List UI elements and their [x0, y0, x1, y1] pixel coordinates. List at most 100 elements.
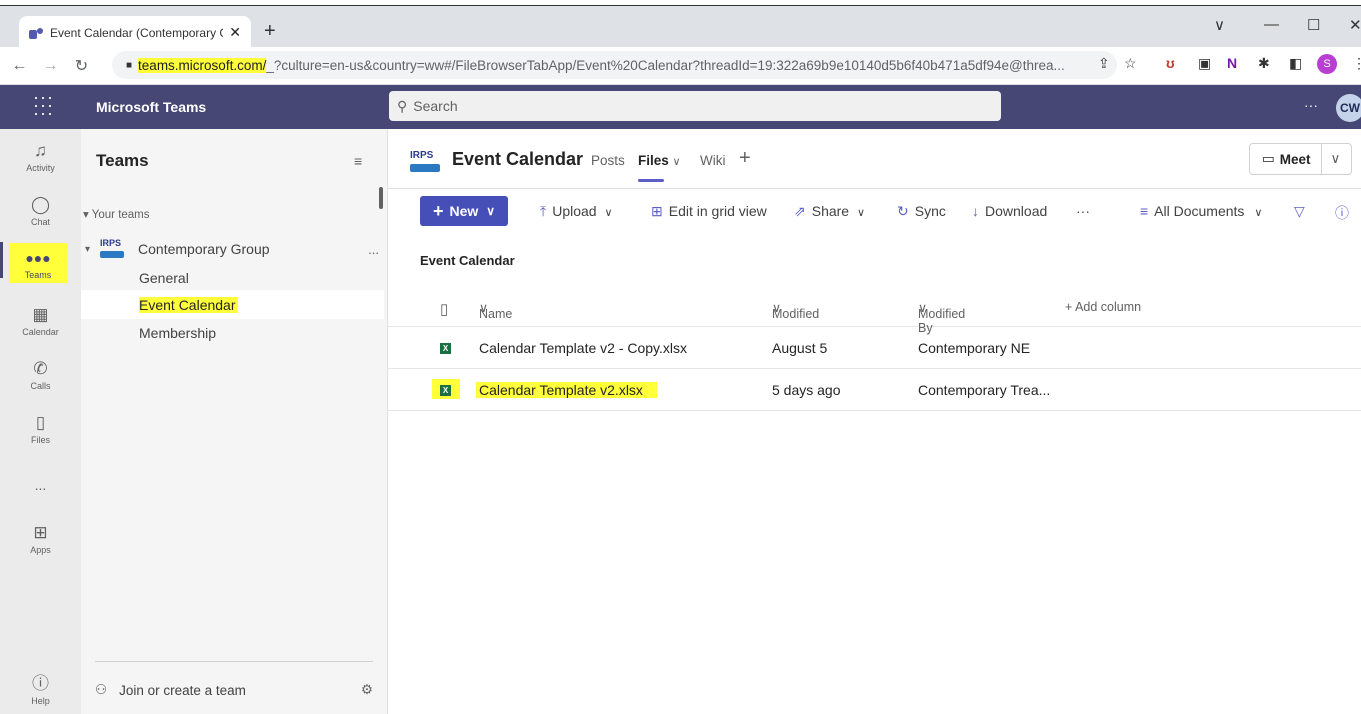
- download-button[interactable]: ↓ Download: [972, 203, 1047, 219]
- close-window-icon[interactable]: ✕: [1349, 16, 1361, 34]
- app-launcher-icon[interactable]: ··· ··· ···: [33, 88, 54, 122]
- meet-button[interactable]: ▭ Meet ∨: [1249, 143, 1352, 175]
- filter-icon[interactable]: ≡: [354, 153, 362, 169]
- table-row[interactable]: X Calendar Template v2 - Copy.xlsx Augus…: [388, 327, 1361, 369]
- search-placeholder: Search: [413, 98, 458, 114]
- file-name[interactable]: Calendar Template v2.xlsx: [476, 382, 657, 398]
- close-tab-icon[interactable]: ✕: [229, 24, 241, 41]
- files-toolbar: + New ∨ ⤒ Upload ∨ ⊞ Edit in grid view ⇗ Shar…: [388, 189, 1361, 233]
- column-modified-by[interactable]: Modified By ∨: [918, 300, 965, 335]
- meet-dropdown-icon[interactable]: ∨: [1322, 151, 1341, 167]
- plus-icon: +: [432, 200, 444, 221]
- team-contemporary-group[interactable]: ▾ IRPS Contemporary Group ...: [85, 236, 379, 262]
- sync-button[interactable]: ↻ Sync: [897, 203, 946, 220]
- file-list-header: ▯ Name ∨ Modified ∨ Modified By ∨ + Add …: [388, 293, 1361, 335]
- user-avatar[interactable]: CW: [1336, 94, 1361, 122]
- file-modified: 5 days ago: [772, 382, 841, 398]
- browser-menu-icon[interactable]: ⋮: [1352, 55, 1361, 72]
- team-more-icon[interactable]: ...: [368, 242, 379, 257]
- file-modified: August 5: [772, 340, 828, 356]
- file-name[interactable]: Calendar Template v2 - Copy.xlsx: [479, 340, 687, 356]
- share-page-icon[interactable]: ⇪: [1098, 55, 1110, 72]
- chevron-down-icon: ∨: [486, 204, 496, 218]
- extensions-icon[interactable]: ✱: [1258, 55, 1270, 72]
- rail-item-teams[interactable]: ●●● Teams: [9, 243, 67, 283]
- filter-icon[interactable]: ▽: [1294, 203, 1305, 220]
- table-row[interactable]: X Calendar Template v2.xlsx 5 days ago C…: [388, 369, 1361, 411]
- your-teams-section[interactable]: ▾ Your teams: [83, 207, 150, 221]
- reload-icon[interactable]: ↻: [70, 56, 93, 76]
- new-button[interactable]: + New ∨: [420, 196, 508, 226]
- file-type-icon[interactable]: ▯: [440, 300, 448, 318]
- chevron-down-icon: ∨: [604, 207, 613, 219]
- browser-toolbar: ← → ↻ ■ teams.microsoft.com/ _?culture=e…: [0, 47, 1361, 85]
- chevron-down-icon: ∨: [856, 207, 866, 219]
- column-modified[interactable]: Modified ∨: [772, 300, 819, 321]
- help-icon: ⓘ: [32, 674, 49, 693]
- collapse-chevron-icon: ▾: [83, 209, 92, 221]
- rail-item-help[interactable]: ⓘ Help: [0, 674, 81, 706]
- channel-general[interactable]: General: [139, 270, 189, 286]
- library-location: Event Calendar: [420, 253, 515, 268]
- browser-tab-strip: Event Calendar (Contemporary G ✕ + ∨ — ☐…: [0, 5, 1361, 49]
- rail-item-chat[interactable]: ◯ Chat: [0, 195, 81, 227]
- download-icon: ↓: [972, 203, 979, 219]
- rail-item-calls[interactable]: ✆ Calls: [0, 359, 81, 391]
- grid-icon: ⊞: [651, 203, 663, 219]
- channel-membership[interactable]: Membership: [139, 325, 216, 341]
- channel-header: IRPS Event Calendar Posts Files ∨ Wiki +…: [388, 129, 1361, 189]
- info-icon[interactable]: ⓘ: [1335, 203, 1349, 223]
- forward-icon[interactable]: →: [39, 57, 62, 75]
- toolbar-more-icon[interactable]: ···: [1076, 203, 1090, 219]
- gear-icon[interactable]: ⚙: [361, 682, 373, 698]
- channel-logo: IRPS: [410, 150, 440, 176]
- list-view-icon: ≡: [1140, 203, 1149, 219]
- header-more-icon[interactable]: ···: [1304, 97, 1318, 113]
- file-icon: ▯: [35, 413, 46, 432]
- tab-wiki[interactable]: Wiki: [700, 153, 726, 168]
- profile-avatar[interactable]: S: [1317, 54, 1337, 74]
- extension-onenote-icon[interactable]: N: [1227, 55, 1237, 71]
- team-name: Contemporary Group: [138, 241, 270, 257]
- add-column-button[interactable]: + Add column: [1065, 300, 1141, 314]
- bookmark-star-icon[interactable]: ☆: [1124, 55, 1137, 72]
- search-input[interactable]: ⚲ Search: [389, 91, 1001, 121]
- tab-posts[interactable]: Posts: [591, 153, 625, 168]
- maximize-icon[interactable]: ☐: [1307, 16, 1320, 34]
- excel-file-icon: X: [440, 382, 458, 399]
- rail-item-activity[interactable]: ♫ Activity: [0, 141, 81, 173]
- grid-view-button[interactable]: ⊞ Edit in grid view: [651, 203, 767, 220]
- rail-item-apps[interactable]: ⊞ Apps: [0, 523, 81, 555]
- file-modified-by: Contemporary NE: [918, 340, 1031, 356]
- url-domain: teams.microsoft.com/: [138, 57, 267, 73]
- extension-pocket-icon[interactable]: ʊ: [1166, 55, 1175, 71]
- teams-favicon-icon: [29, 26, 43, 39]
- active-indicator: [0, 242, 3, 278]
- share-button[interactable]: ⇗ Share ∨: [794, 203, 865, 220]
- column-name[interactable]: Name ∨: [479, 300, 512, 321]
- people-add-icon: ⚇: [95, 682, 108, 697]
- tab-files[interactable]: Files ∨: [638, 153, 681, 182]
- minimize-icon[interactable]: —: [1264, 16, 1279, 33]
- view-selector[interactable]: ≡ All Documents ∨: [1140, 203, 1262, 219]
- upload-button[interactable]: ⤒ Upload ∨: [540, 203, 613, 220]
- pane-scrollbar[interactable]: [379, 187, 383, 209]
- extension-puzzle-icon[interactable]: ▣: [1198, 55, 1211, 72]
- sync-icon: ↻: [897, 203, 909, 219]
- share-icon: ⇗: [794, 203, 806, 219]
- join-create-team[interactable]: ⚇ Join or create a team ⚙: [95, 661, 373, 698]
- rail-more-apps[interactable]: ...: [0, 477, 81, 493]
- add-tab-button[interactable]: +: [739, 147, 751, 170]
- rail-item-files[interactable]: ▯ Files: [0, 413, 81, 445]
- teams-icon: ●●●: [25, 250, 51, 266]
- file-modified-by: Contemporary Trea...: [918, 382, 1051, 398]
- back-icon[interactable]: ←: [8, 57, 31, 75]
- excel-file-icon: X: [440, 340, 458, 357]
- new-tab-button[interactable]: +: [264, 20, 276, 43]
- side-panel-icon[interactable]: ◧: [1289, 55, 1302, 72]
- channel-event-calendar[interactable]: Event Calendar: [139, 297, 238, 313]
- address-bar[interactable]: ■ teams.microsoft.com/ _?culture=en-us&c…: [112, 51, 1117, 79]
- browser-tab[interactable]: Event Calendar (Contemporary G ✕: [19, 16, 251, 49]
- tab-search-chevron-icon[interactable]: ∨: [1214, 16, 1225, 34]
- rail-item-calendar[interactable]: ▦ Calendar: [0, 305, 81, 337]
